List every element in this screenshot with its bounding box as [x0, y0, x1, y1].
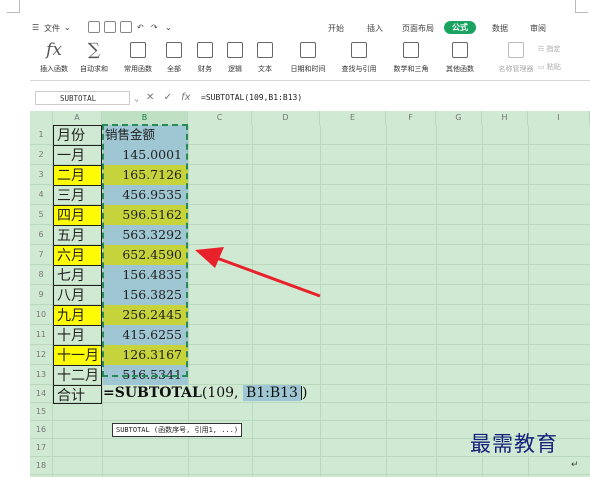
paragraph-return-icon: ↵: [571, 460, 579, 470]
arrow-shaft: [213, 255, 321, 298]
annotation-arrow: [195, 247, 321, 298]
watermark-text: 最需教育: [470, 432, 558, 456]
